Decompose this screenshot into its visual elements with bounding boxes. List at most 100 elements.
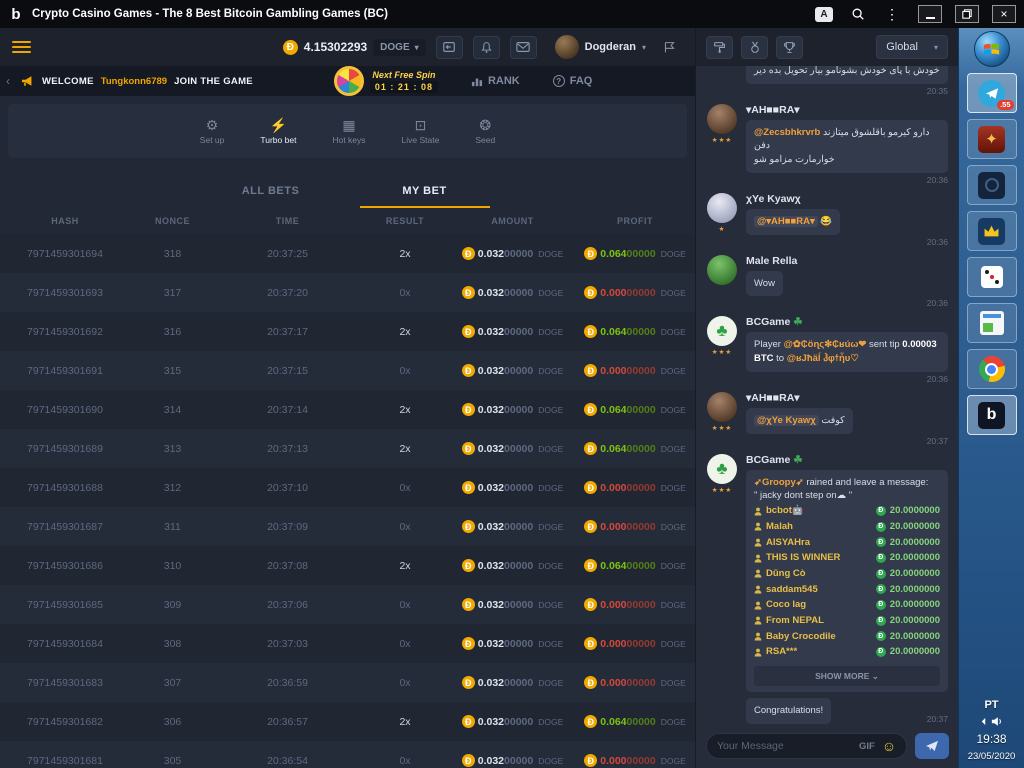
rank-link[interactable]: RANK bbox=[471, 75, 520, 87]
mail-icon[interactable] bbox=[510, 36, 537, 59]
avatar[interactable]: ♣ bbox=[707, 316, 737, 346]
taskbar-bc-game[interactable]: b bbox=[967, 395, 1017, 435]
gif-button[interactable]: GIF bbox=[859, 741, 875, 752]
avatar[interactable] bbox=[707, 392, 737, 422]
avatar[interactable] bbox=[707, 255, 737, 285]
bet-row[interactable]: 7971459301684 308 20:37:03 0x Đ 0.032000… bbox=[0, 624, 695, 663]
taskbar-game-red[interactable]: ✦ bbox=[967, 119, 1017, 159]
faq-link[interactable]: ? FAQ bbox=[553, 75, 593, 87]
show-more-button[interactable]: SHOW MORE ⌄ bbox=[754, 666, 940, 686]
bet-row[interactable]: 7971459301692 316 20:37:17 2x Đ 0.032000… bbox=[0, 312, 695, 351]
winner-name[interactable]: bcbot🤖 bbox=[766, 503, 872, 519]
currency-dropdown[interactable]: DOGE▾ bbox=[373, 39, 425, 56]
tab-all-bets[interactable]: ALL BETS bbox=[206, 185, 336, 208]
settings-item[interactable]: ▦ Hot keys bbox=[332, 118, 365, 145]
chat-username[interactable]: BCGame ☘ bbox=[746, 454, 948, 466]
winner-name[interactable]: AISYAHra bbox=[766, 535, 872, 551]
chat-username[interactable]: BCGame ☘ bbox=[746, 316, 948, 328]
bet-row[interactable]: 7971459301681 305 20:36:54 0x Đ 0.032000… bbox=[0, 741, 695, 768]
winner-name[interactable]: Coco lag bbox=[766, 597, 872, 613]
translate-icon[interactable]: A bbox=[811, 4, 837, 24]
tab-my-bet[interactable]: MY BET bbox=[360, 185, 490, 208]
settings-item-label: Set up bbox=[200, 135, 225, 145]
close-button[interactable]: × bbox=[992, 5, 1016, 23]
send-button[interactable] bbox=[915, 733, 949, 759]
start-button[interactable] bbox=[974, 31, 1010, 67]
taskbar-crown-app[interactable] bbox=[967, 211, 1017, 251]
bet-result: 2x bbox=[360, 716, 450, 728]
settings-item[interactable]: ⊡ Live State bbox=[402, 118, 440, 145]
menu-dots-icon[interactable]: ⋮ bbox=[879, 4, 905, 24]
balance-display[interactable]: Đ 4.15302293 DOGE▾ bbox=[283, 39, 426, 56]
minimize-button[interactable] bbox=[918, 5, 942, 23]
bet-row[interactable]: 7971459301691 315 20:37:15 0x Đ 0.032000… bbox=[0, 351, 695, 390]
taskbar-document-app[interactable] bbox=[967, 303, 1017, 343]
vault-icon[interactable] bbox=[436, 36, 463, 59]
emoji-button[interactable]: ☺ bbox=[882, 739, 896, 753]
settings-item[interactable]: ❂ Seed bbox=[475, 118, 495, 145]
rain-winner-row: Dũng Cò Đ 20.0000000 bbox=[754, 566, 940, 582]
mention[interactable]: @▾AH■■RA▾ bbox=[754, 216, 818, 227]
bet-row[interactable]: 7971459301688 312 20:37:10 0x Đ 0.032000… bbox=[0, 468, 695, 507]
bet-row[interactable]: 7971459301690 314 20:37:14 2x Đ 0.032000… bbox=[0, 390, 695, 429]
chat-toggle-icon[interactable] bbox=[656, 36, 683, 59]
winner-name[interactable]: saddam545 bbox=[766, 582, 872, 598]
winner-name[interactable]: RSA*** bbox=[766, 644, 872, 660]
user-menu[interactable]: Dogderan ▾ bbox=[555, 35, 646, 59]
bet-row[interactable]: 7971459301687 311 20:37:09 0x Đ 0.032000… bbox=[0, 507, 695, 546]
winner-name[interactable]: Baby Crocodile bbox=[766, 629, 872, 645]
winner-name[interactable]: Malah bbox=[766, 519, 872, 535]
notifications-bell-icon[interactable] bbox=[473, 36, 500, 59]
mention[interactable]: @ʁJħäĺ ჰφϯἧυ♡ bbox=[787, 353, 859, 364]
trophy-icon[interactable] bbox=[776, 36, 803, 59]
chat-username[interactable]: ▾AH■■RA▾ bbox=[746, 392, 948, 404]
taskbar-app-dark[interactable] bbox=[967, 165, 1017, 205]
language-indicator[interactable]: PT bbox=[984, 699, 998, 711]
chat-channel-dropdown[interactable]: Global ▾ bbox=[876, 35, 948, 59]
avatar[interactable] bbox=[707, 193, 737, 223]
bet-nonce: 315 bbox=[130, 365, 215, 377]
taskbar-dice-app[interactable] bbox=[967, 257, 1017, 297]
restore-button[interactable] bbox=[955, 5, 979, 23]
hamburger-menu-icon[interactable] bbox=[12, 41, 31, 53]
notification-badge: .55 bbox=[997, 100, 1013, 110]
bet-row[interactable]: 7971459301685 309 20:37:06 0x Đ 0.032000… bbox=[0, 585, 695, 624]
chat-username[interactable]: χYe Kyawχ bbox=[746, 193, 948, 205]
speaker-icon[interactable] bbox=[991, 716, 1003, 727]
mention[interactable]: @Zecsbhkrvrb bbox=[754, 127, 820, 138]
profit-zeros: 00000 bbox=[627, 599, 656, 611]
taskbar-chrome[interactable] bbox=[967, 349, 1017, 389]
medal-icon[interactable] bbox=[741, 36, 768, 59]
bet-row[interactable]: 7971459301693 317 20:37:20 0x Đ 0.032000… bbox=[0, 273, 695, 312]
tray-expand-arrow-icon[interactable] bbox=[980, 717, 987, 726]
chevron-down-icon: ▾ bbox=[934, 43, 938, 52]
settings-item[interactable]: ⚡ Turbo bet bbox=[260, 118, 296, 145]
winner-name[interactable]: From NEPAL bbox=[766, 613, 872, 629]
bet-row[interactable]: 7971459301683 307 20:36:59 0x Đ 0.032000… bbox=[0, 663, 695, 702]
avatar[interactable] bbox=[707, 104, 737, 134]
chat-username[interactable]: Male Rella bbox=[746, 255, 948, 267]
rain-user[interactable]: ➶Groopy➶ bbox=[754, 477, 804, 488]
taskbar-telegram[interactable]: .55 bbox=[967, 73, 1017, 113]
free-spin-widget[interactable]: Next Free Spin 01 : 21 : 08 bbox=[334, 66, 438, 96]
chat-username[interactable]: ▾AH■■RA▾ bbox=[746, 104, 948, 116]
winner-name[interactable]: THIS IS WINNER bbox=[766, 550, 872, 566]
settings-item[interactable]: ⚙ Set up bbox=[200, 118, 225, 145]
search-icon[interactable] bbox=[845, 4, 871, 24]
bet-row[interactable]: 7971459301686 310 20:37:08 2x Đ 0.032000… bbox=[0, 546, 695, 585]
person-icon bbox=[754, 522, 762, 531]
mention[interactable]: @✿₵öɳς✻₵ʁúω❤ bbox=[784, 339, 867, 350]
message-input[interactable] bbox=[717, 740, 852, 752]
mention[interactable]: @χYe Kyawχ bbox=[754, 415, 819, 426]
doge-coin-icon: Đ bbox=[462, 520, 475, 533]
bet-row[interactable]: 7971459301694 318 20:37:25 2x Đ 0.032000… bbox=[0, 234, 695, 273]
bet-row[interactable]: 7971459301689 313 20:37:13 2x Đ 0.032000… bbox=[0, 429, 695, 468]
taskbar-clock[interactable]: 19:38 bbox=[976, 732, 1006, 746]
winner-name[interactable]: Dũng Cò bbox=[766, 566, 872, 582]
avatar[interactable]: ♣ bbox=[707, 454, 737, 484]
bet-row[interactable]: 7971459301682 306 20:36:57 2x Đ 0.032000… bbox=[0, 702, 695, 741]
chevron-left-icon[interactable]: ‹ bbox=[6, 74, 14, 88]
taskbar-date[interactable]: 23/05/2020 bbox=[968, 751, 1016, 762]
doge-coin-icon: Đ bbox=[584, 715, 597, 728]
paint-roller-icon[interactable] bbox=[706, 36, 733, 59]
